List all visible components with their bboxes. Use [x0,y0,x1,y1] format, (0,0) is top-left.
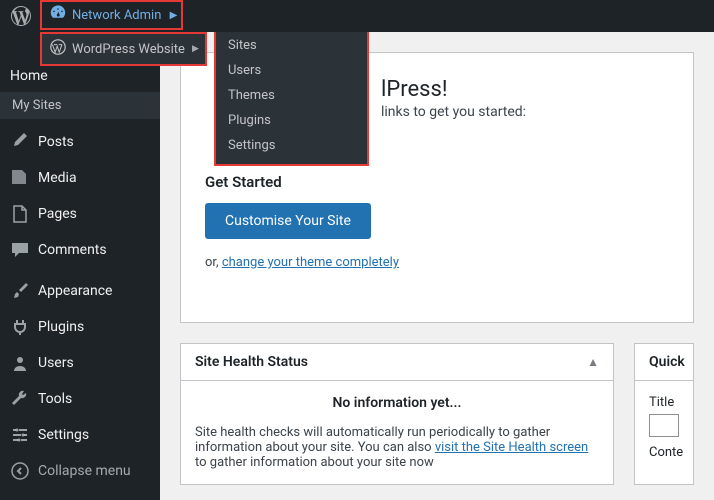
welcome-title: lPress! [381,77,669,102]
quick-draft-box: Quick Title Conte [634,343,694,485]
site-health-desc2: to gather information about your site no… [195,455,434,470]
admin-sidebar: Home My Sites Posts Media Pages Comments… [0,32,160,500]
submenu-settings[interactable]: Settings [216,133,367,158]
sidebar-label: Plugins [38,319,84,335]
content-label: Conte [649,445,679,460]
site-switcher-flyout: WordPress Website ▶ [40,32,207,66]
sidebar-label: Comments [38,242,107,258]
site-switcher-item[interactable]: WordPress Website ▶ [42,34,205,64]
collapse-menu[interactable]: Collapse menu [0,453,160,489]
brush-icon [10,281,30,301]
collapse-icon [10,461,30,481]
submenu-plugins[interactable]: Plugins [216,108,367,133]
get-started-heading: Get Started [205,173,669,191]
wp-logo-icon [50,39,66,59]
sidebar-settings[interactable]: Settings [0,417,160,453]
chevron-right-icon: ▶ [192,44,199,54]
media-icon [10,168,30,188]
or-text: or, [205,255,222,270]
sidebar-pages[interactable]: Pages [0,196,160,232]
wrench-icon [10,389,30,409]
sidebar-appearance[interactable]: Appearance [0,273,160,309]
sidebar-label: Collapse menu [38,463,131,479]
sidebar-label: Posts [38,134,74,150]
site-health-title: Site Health Status [195,354,308,370]
sidebar-plugins[interactable]: Plugins [0,309,160,345]
network-admin-menu[interactable]: Network Admin ▶ [40,0,183,30]
site-health-link[interactable]: visit the Site Health screen [435,440,588,455]
sidebar-comments[interactable]: Comments [0,232,160,268]
title-input[interactable] [649,414,679,437]
plug-icon [10,317,30,337]
site-health-box: Site Health Status ▲ No information yet.… [180,343,614,485]
pin-icon [10,132,30,152]
sidebar-label: Appearance [38,283,112,299]
network-admin-label: Network Admin [72,8,161,23]
change-theme-link[interactable]: change your theme completely [222,255,399,270]
sidebar-tools[interactable]: Tools [0,381,160,417]
sidebar-label: Tools [38,391,72,407]
wp-logo-icon[interactable] [0,0,42,32]
submenu-users[interactable]: Users [216,58,367,83]
sidebar-label: Media [38,170,77,186]
sliders-icon [10,425,30,445]
welcome-subtitle: links to get you started: [381,104,669,120]
comment-icon [10,240,30,260]
chevron-right-icon: ▶ [170,10,178,21]
gauge-icon [50,5,66,25]
user-icon [10,353,30,373]
sidebar-label: Pages [38,206,77,222]
quick-draft-title: Quick [649,354,685,370]
site-name-label: WordPress Website [72,42,185,57]
toggle-up-icon[interactable]: ▲ [587,355,599,369]
page-icon [10,204,30,224]
title-label: Title [649,395,679,410]
submenu-sites[interactable]: Sites [216,33,367,58]
customise-site-button[interactable]: Customise Your Site [205,203,371,239]
sidebar-mysites[interactable]: My Sites [0,92,160,119]
no-info-text: No information yet... [195,395,599,411]
sidebar-users[interactable]: Users [0,345,160,381]
sidebar-label: Home [10,68,48,84]
sidebar-label: Users [38,355,74,371]
sidebar-posts[interactable]: Posts [0,124,160,160]
sidebar-media[interactable]: Media [0,160,160,196]
submenu-themes[interactable]: Themes [216,83,367,108]
sidebar-label: Settings [38,427,89,443]
